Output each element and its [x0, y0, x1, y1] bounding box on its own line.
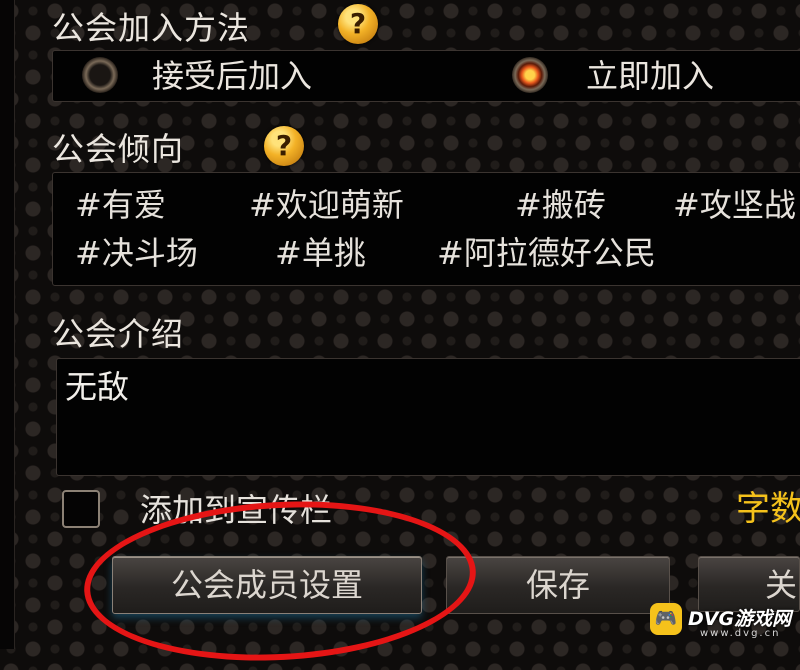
word-count-label: 字数 — [736, 489, 800, 529]
intro-label: 公会介绍 — [52, 315, 185, 353]
tag-item[interactable]: #欢迎萌新 — [249, 189, 404, 221]
radio-accept-then-join[interactable] — [82, 57, 118, 93]
left-frame-edge — [0, 0, 15, 649]
tag-item[interactable]: #阿拉德好公民 — [437, 237, 656, 269]
gamepad-icon: 🎮 — [650, 603, 682, 635]
radio-join-immediately-label[interactable]: 立即加入 — [586, 60, 714, 92]
tag-item[interactable]: #攻坚战 — [673, 189, 796, 221]
intro-textarea[interactable]: 无敌 — [56, 358, 800, 476]
join-method-label: 公会加入方法 — [52, 9, 251, 47]
tendency-help-icon[interactable]: ? — [264, 126, 304, 166]
tag-item[interactable]: #单挑 — [275, 237, 366, 269]
join-method-help-icon[interactable]: ? — [338, 4, 378, 44]
tag-item[interactable]: #搬砖 — [515, 189, 606, 221]
add-to-promo-checkbox[interactable] — [62, 490, 100, 528]
tag-item[interactable]: #决斗场 — [75, 237, 198, 269]
tendency-tags-panel: #有爱 #欢迎萌新 #搬砖 #攻坚战 #决斗场 #单挑 #阿拉德好公民 — [52, 172, 800, 286]
watermark-domain: www.dvg.cn — [700, 628, 781, 639]
tag-item[interactable]: #有爱 — [75, 189, 166, 221]
radio-accept-then-join-label[interactable]: 接受后加入 — [152, 60, 312, 92]
intro-text-value: 无敌 — [65, 368, 130, 406]
save-button[interactable]: 保存 — [446, 556, 670, 614]
watermark-brand: DVG游戏网 — [688, 608, 792, 630]
tendency-label: 公会倾向 — [52, 130, 185, 168]
radio-join-immediately[interactable] — [512, 57, 548, 93]
